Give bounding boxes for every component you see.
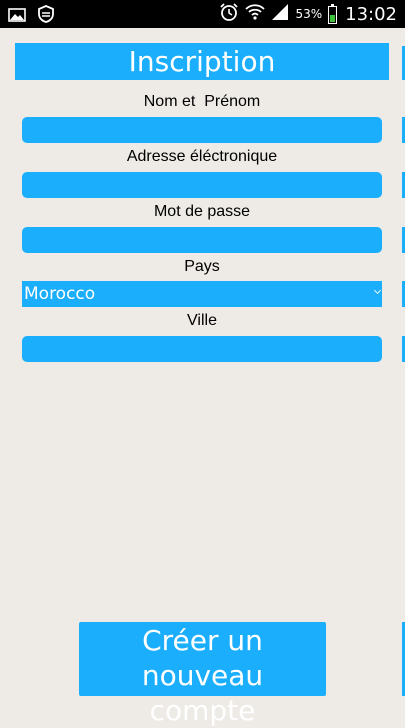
battery-percent: 53% [295, 7, 323, 21]
signal-icon [271, 3, 289, 25]
create-account-label-line2: compte [149, 694, 256, 727]
city-label: Ville [187, 312, 217, 329]
country-selected-value: Morocco [24, 284, 96, 304]
city-field[interactable] [22, 336, 382, 362]
shield-icon [38, 5, 54, 27]
email-field[interactable] [22, 172, 382, 198]
email-label: Adresse éléctronique [126, 148, 278, 165]
name-field[interactable] [22, 117, 382, 143]
create-account-label-line1: Créer un nouveau [141, 624, 264, 692]
dropdown-arrow-icon [373, 286, 382, 295]
battery-level-fill [330, 14, 336, 22]
country-select[interactable]: Morocco [22, 281, 382, 307]
password-label: Mot de passe [153, 203, 251, 220]
country-label: Pays [184, 258, 220, 275]
wifi-icon [245, 3, 266, 25]
status-bar-left [8, 5, 54, 27]
gallery-icon [8, 7, 26, 26]
page-title: Inscription [15, 43, 389, 80]
password-field[interactable] [22, 227, 382, 253]
alarm-icon [219, 2, 239, 26]
status-bar: 53% 13:02 [0, 0, 405, 28]
name-label: Nom et Prénom [143, 93, 261, 110]
clock: 13:02 [345, 3, 397, 25]
battery-icon [328, 3, 338, 24]
create-account-button[interactable]: Créer un nouveau compte [79, 622, 326, 727]
status-bar-right: 53% 13:02 [219, 3, 397, 25]
